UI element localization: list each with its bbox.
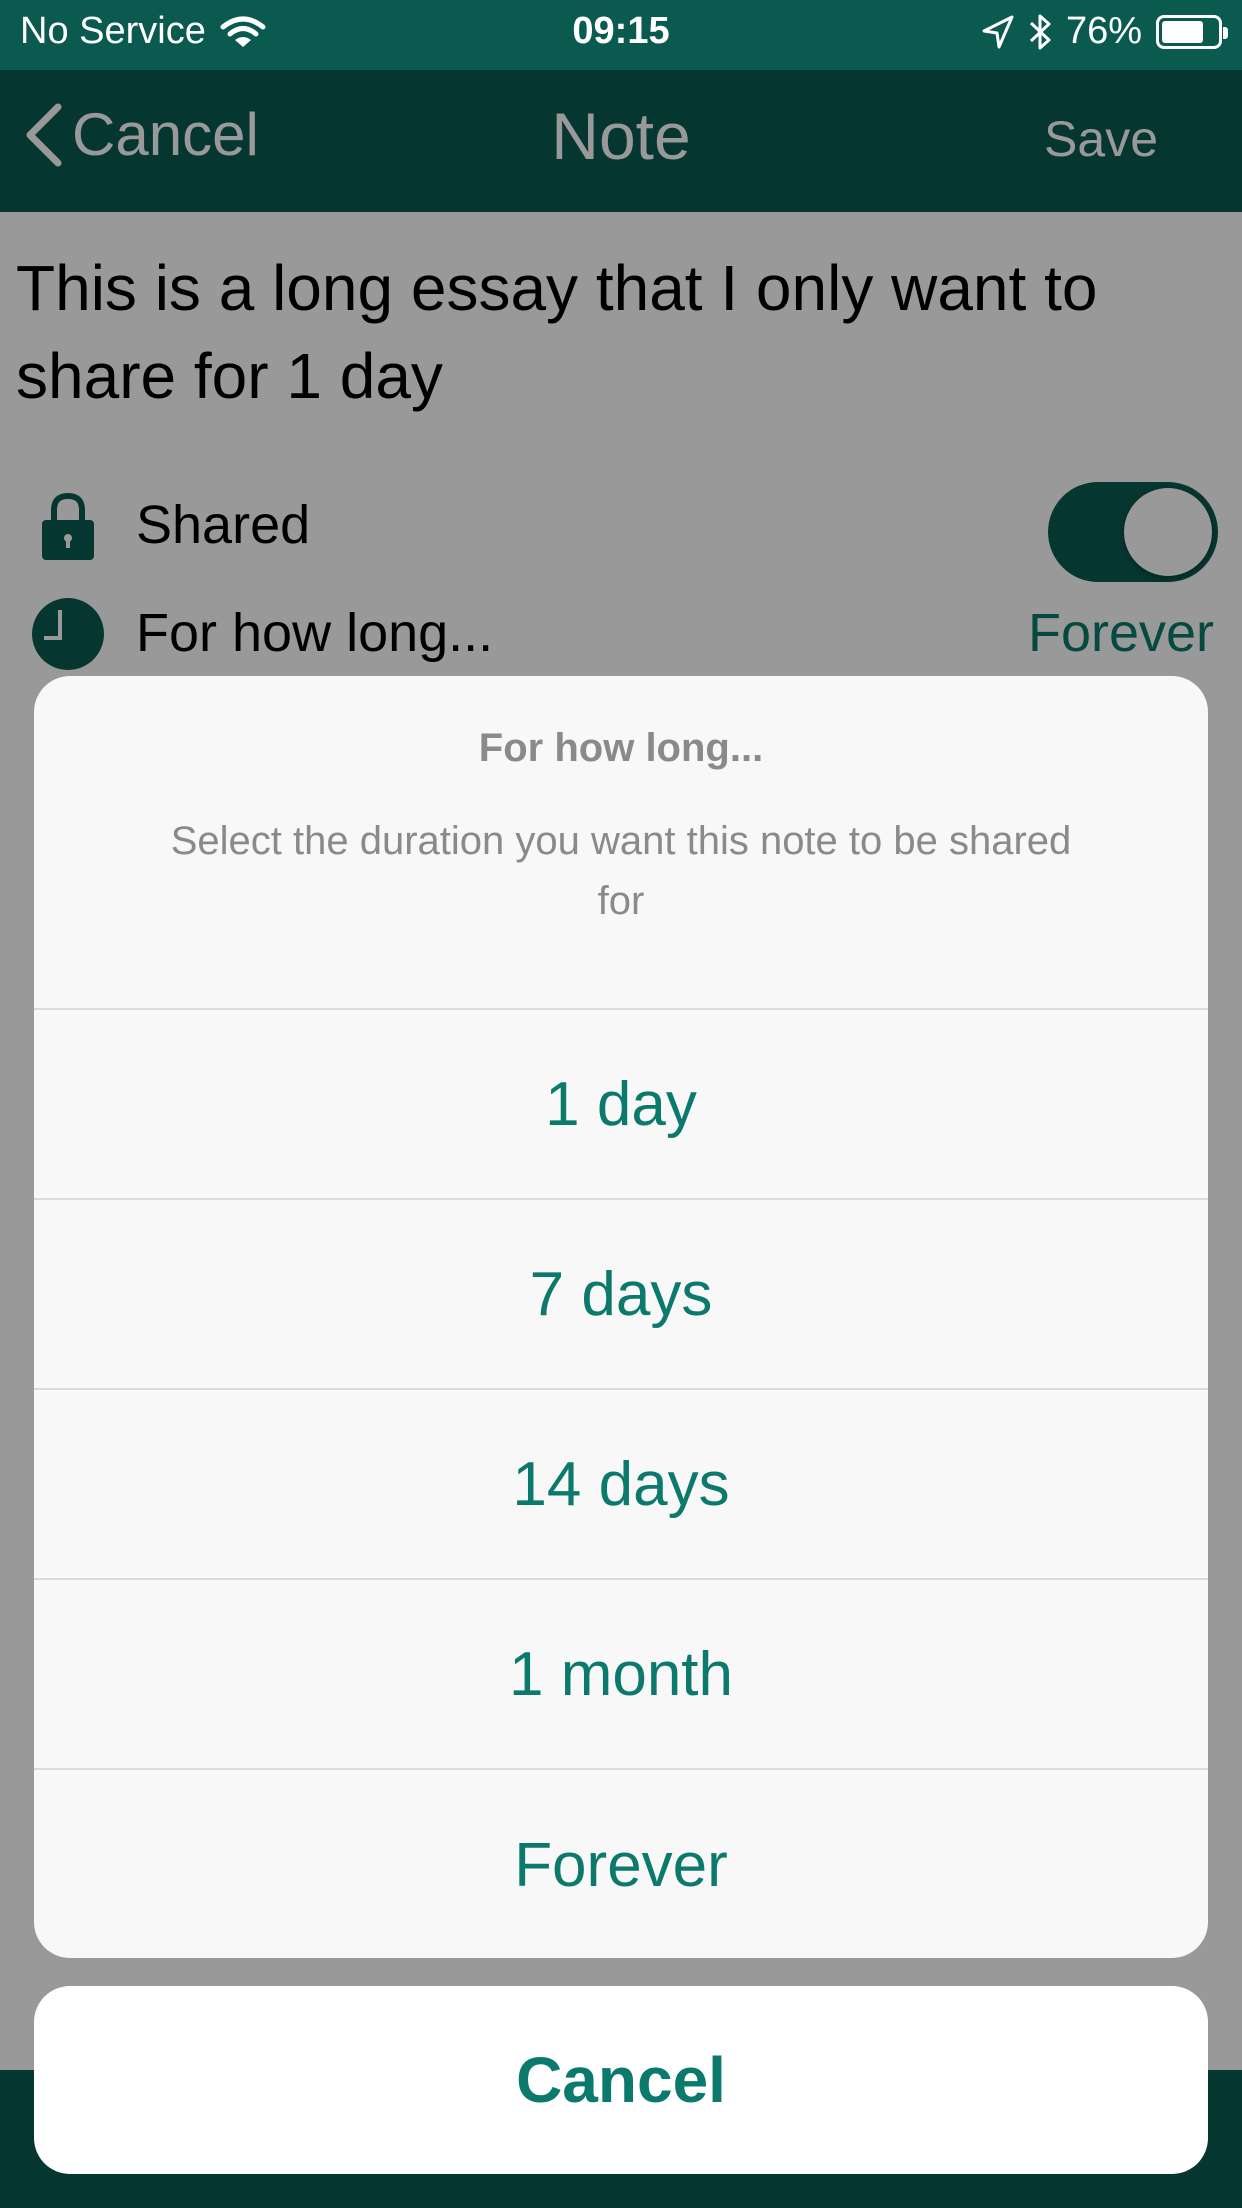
battery-percent: 76%: [1065, 10, 1142, 52]
battery-icon: [1156, 14, 1228, 49]
battery-fill: [1162, 20, 1204, 43]
option-7-days[interactable]: 7 days: [34, 1200, 1208, 1390]
duration-action-sheet: For how long... Select the duration you …: [34, 676, 1208, 1958]
status-bar: No Service 09:15 76%: [0, 0, 1242, 70]
bluetooth-icon: [1029, 14, 1051, 49]
option-forever[interactable]: Forever: [34, 1770, 1208, 1958]
status-right: 76%: [982, 10, 1228, 53]
action-sheet-header: For how long... Select the duration you …: [34, 676, 1208, 1010]
action-sheet-cancel-button[interactable]: Cancel: [34, 1986, 1208, 2174]
option-1-month[interactable]: 1 month: [34, 1580, 1208, 1770]
option-1-day[interactable]: 1 day: [34, 1010, 1208, 1200]
action-sheet-title: For how long...: [478, 726, 764, 770]
action-sheet-message: Select the duration you want this note t…: [170, 819, 1072, 923]
location-arrow-icon: [982, 15, 1014, 48]
option-14-days[interactable]: 14 days: [34, 1390, 1208, 1580]
